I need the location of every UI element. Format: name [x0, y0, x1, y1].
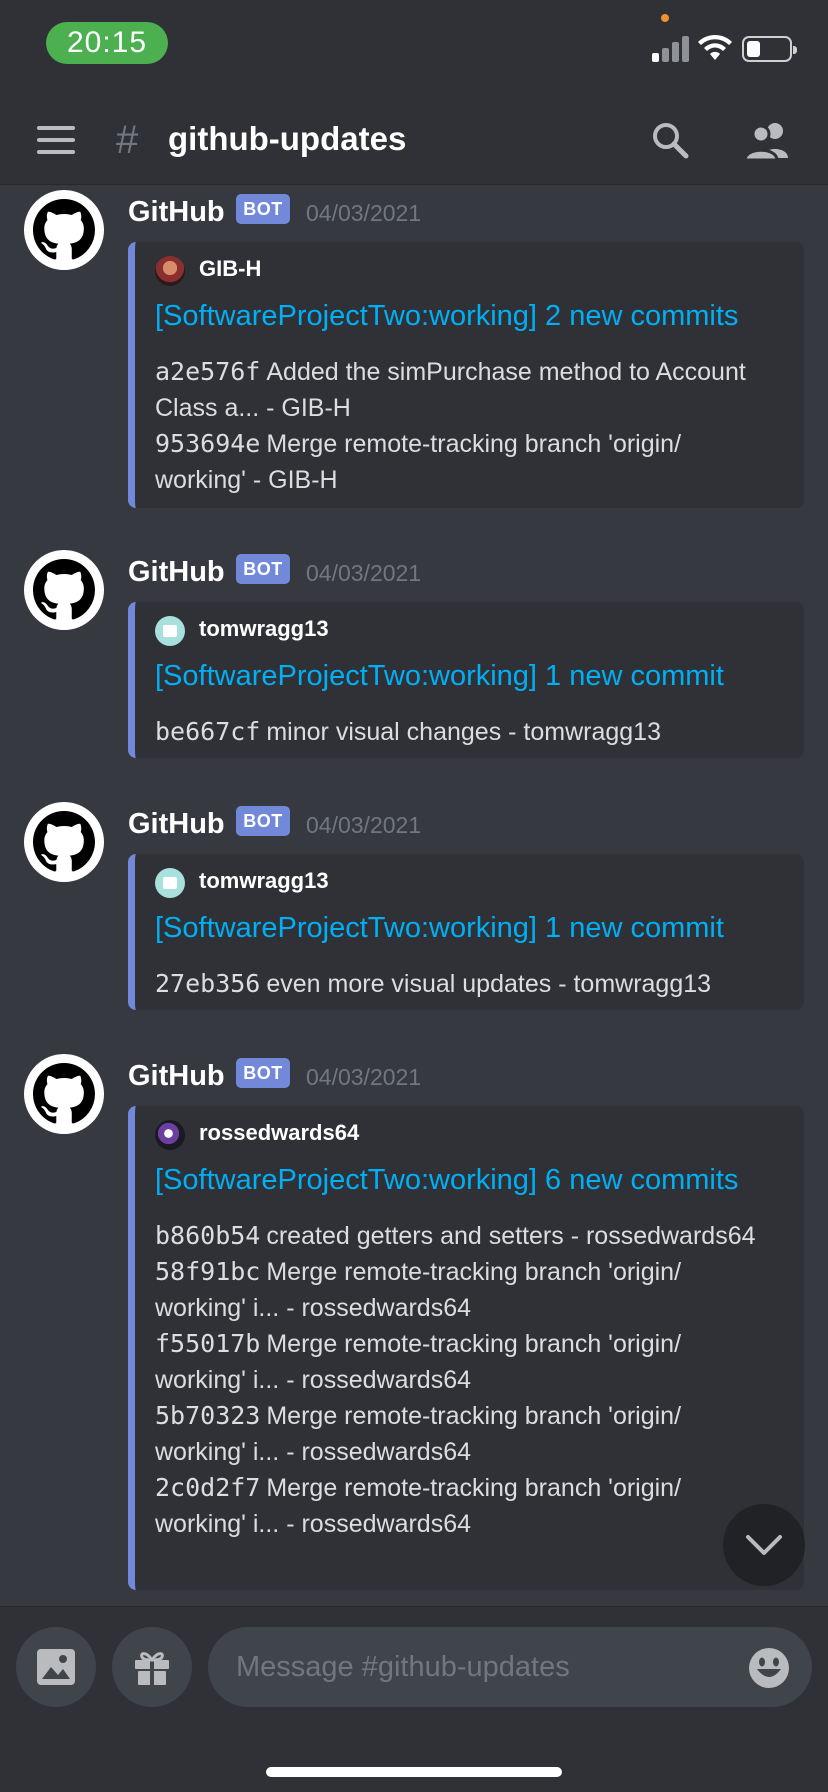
github-avatar[interactable] — [24, 550, 104, 630]
status-time: 20:15 — [46, 22, 168, 64]
commit-line: b860b54 created getters and setters - ros… — [155, 1218, 775, 1254]
message-composer — [0, 1606, 828, 1792]
github-icon — [33, 811, 95, 872]
commit-hash-link[interactable]: 2c0d2f7 — [155, 1473, 260, 1502]
commit-line: a2e576f Added the simPurchase method to A… — [155, 354, 775, 426]
bot-badge: BOT — [236, 194, 290, 224]
commit-embed: rossedwards64 [SoftwareProjectTwo:workin… — [128, 1106, 804, 1590]
message-author[interactable]: GitHub — [128, 1060, 225, 1093]
embed-author-avatar — [155, 1120, 185, 1150]
commit-hash-link[interactable]: be667cf — [155, 717, 260, 746]
message-timestamp: 04/03/2021 — [306, 812, 422, 838]
image-icon — [37, 1649, 75, 1685]
message-author[interactable]: GitHub — [128, 556, 225, 589]
channel-hash-icon: # — [116, 118, 139, 162]
commit-line: 58f91bc Merge remote-tracking branch 'ori… — [155, 1254, 775, 1326]
commit-list: b860b54 created getters and setters - ros… — [155, 1218, 775, 1542]
commit-message: created getters and setters - rossedward… — [266, 1222, 756, 1250]
commit-embed: GIB-H [SoftwareProjectTwo:working] 2 new… — [128, 242, 804, 508]
embed-title-link[interactable]: [SoftwareProjectTwo:working] 2 new commi… — [155, 300, 738, 333]
gift-button[interactable] — [112, 1627, 192, 1707]
menu-icon[interactable] — [37, 126, 75, 154]
commit-line: 2c0d2f7 Merge remote-tracking branch 'ori… — [155, 1470, 775, 1542]
embed-title-link[interactable]: [SoftwareProjectTwo:working] 1 new commi… — [155, 660, 724, 693]
commit-list: be667cf minor visual changes - tomwragg13 — [155, 714, 775, 750]
jump-to-present-button[interactable] — [723, 1504, 805, 1586]
commit-embed: tomwragg13 [SoftwareProjectTwo:working] … — [128, 854, 804, 1010]
commit-hash-link[interactable]: 953694e — [155, 429, 260, 458]
commit-hash-link[interactable]: f55017b — [155, 1329, 260, 1358]
message: GitHub BOT 04/03/2021 rossedwards64 [Sof… — [0, 1050, 828, 1606]
message: GitHub BOT 04/03/2021 tomwragg13 [Softwa… — [0, 546, 828, 776]
gift-icon — [135, 1652, 169, 1685]
bot-badge: BOT — [236, 554, 290, 584]
commit-line: 5b70323 Merge remote-tracking branch 'ori… — [155, 1398, 775, 1470]
embed-author-avatar — [155, 256, 185, 286]
message-list[interactable]: GitHub BOT 04/03/2021 GIB-H [SoftwarePro… — [0, 186, 828, 1606]
message-timestamp: 04/03/2021 — [306, 560, 422, 586]
commit-line: f55017b Merge remote-tracking branch 'ori… — [155, 1326, 775, 1398]
embed-title-link[interactable]: [SoftwareProjectTwo:working] 6 new commi… — [155, 1164, 738, 1197]
commit-line: 27eb356 even more visual updates - tomwra… — [155, 966, 775, 1002]
commit-list: 27eb356 even more visual updates - tomwra… — [155, 966, 775, 1002]
commit-list: a2e576f Added the simPurchase method to A… — [155, 354, 775, 498]
embed-author-name[interactable]: tomwragg13 — [199, 868, 329, 894]
message: GitHub BOT 04/03/2021 tomwragg13 [Softwa… — [0, 798, 828, 1028]
top-bar: 20:15 # github-updates — [0, 0, 828, 185]
commit-line: 953694e Merge remote-tracking branch 'ori… — [155, 426, 775, 498]
commit-hash-link[interactable]: 27eb356 — [155, 969, 260, 998]
github-avatar[interactable] — [24, 802, 104, 882]
search-icon[interactable] — [650, 120, 690, 160]
message-author[interactable]: GitHub — [128, 808, 225, 841]
github-icon — [33, 1063, 95, 1124]
message-timestamp: 04/03/2021 — [306, 1064, 422, 1090]
message-timestamp: 04/03/2021 — [306, 200, 422, 226]
attach-image-button[interactable] — [16, 1627, 96, 1707]
emoji-icon[interactable] — [748, 1647, 790, 1689]
bot-badge: BOT — [236, 806, 290, 836]
github-avatar[interactable] — [24, 1054, 104, 1134]
battery-icon — [742, 36, 797, 62]
commit-hash-link[interactable]: 5b70323 — [155, 1401, 260, 1430]
github-icon — [33, 559, 95, 620]
home-indicator — [266, 1767, 562, 1777]
cellular-signal-icon — [652, 36, 690, 62]
embed-author-avatar — [155, 616, 185, 646]
embed-author-name[interactable]: tomwragg13 — [199, 616, 329, 642]
commit-embed: tomwragg13 [SoftwareProjectTwo:working] … — [128, 602, 804, 758]
bot-badge: BOT — [236, 1058, 290, 1088]
privacy-indicator-dot — [661, 14, 669, 22]
embed-author-avatar — [155, 868, 185, 898]
commit-hash-link[interactable]: b860b54 — [155, 1221, 260, 1250]
channel-title: github-updates — [168, 120, 407, 157]
commit-line: be667cf minor visual changes - tomwragg13 — [155, 714, 775, 750]
message-input[interactable] — [208, 1627, 812, 1707]
message-author[interactable]: GitHub — [128, 196, 225, 229]
github-avatar[interactable] — [24, 190, 104, 270]
embed-author-name[interactable]: rossedwards64 — [199, 1120, 359, 1146]
commit-message: minor visual changes - tomwragg13 — [266, 718, 661, 746]
wifi-icon — [698, 34, 732, 60]
message: GitHub BOT 04/03/2021 GIB-H [SoftwarePro… — [0, 186, 828, 516]
commit-message: even more visual updates - tomwragg13 — [266, 970, 712, 998]
commit-hash-link[interactable]: a2e576f — [155, 357, 260, 386]
embed-author-name[interactable]: GIB-H — [199, 256, 261, 282]
github-icon — [33, 199, 95, 260]
embed-title-link[interactable]: [SoftwareProjectTwo:working] 1 new commi… — [155, 912, 724, 945]
chevron-down-icon — [746, 1535, 782, 1555]
members-icon[interactable] — [742, 120, 792, 160]
commit-hash-link[interactable]: 58f91bc — [155, 1257, 260, 1286]
